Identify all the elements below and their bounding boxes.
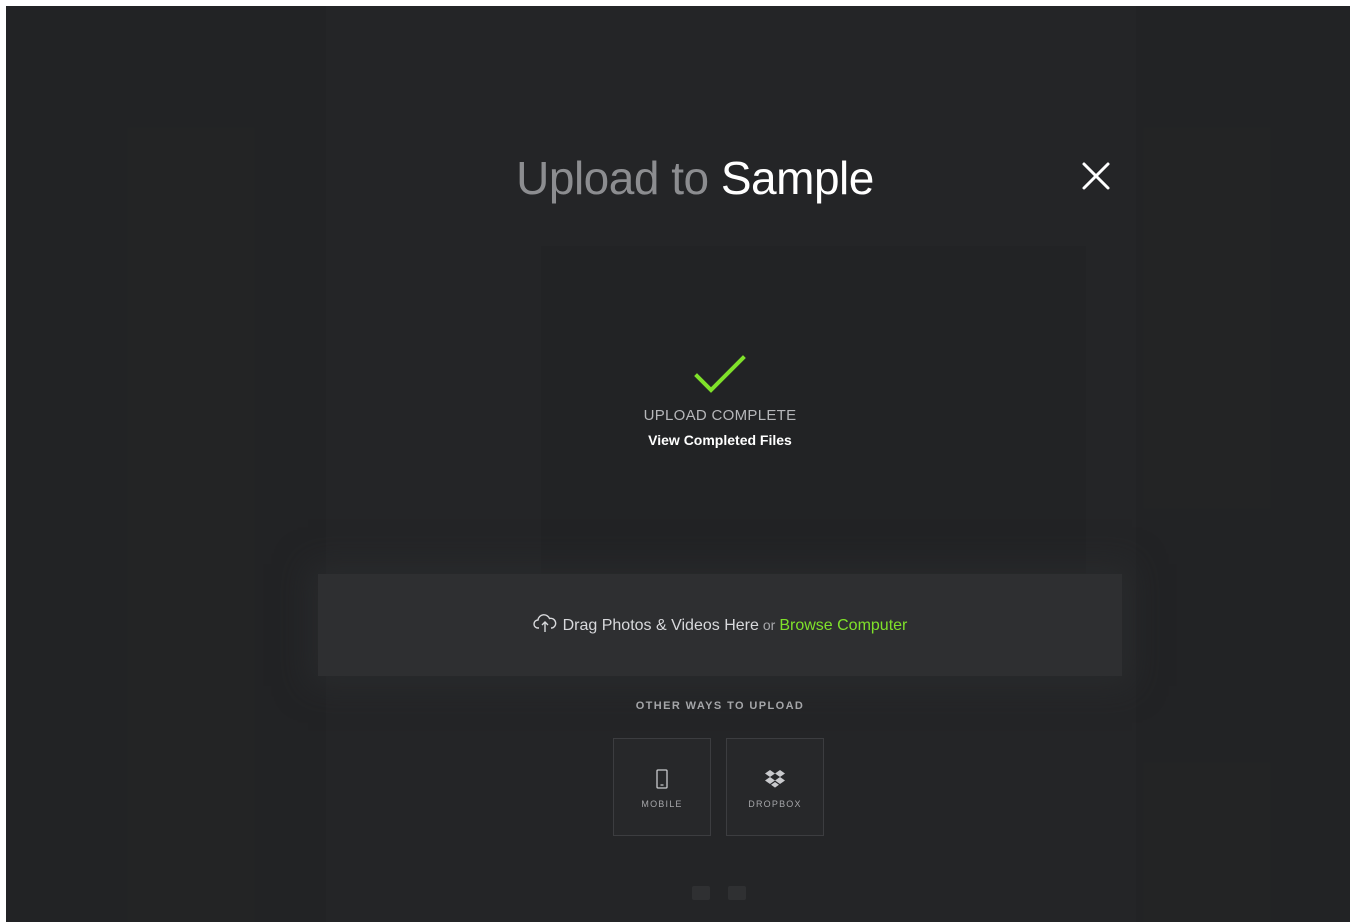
drop-zone[interactable]: Drag Photos & Videos Here or Browse Comput… <box>318 574 1122 676</box>
title-target: Sample <box>720 152 874 204</box>
mobile-upload-button[interactable]: MOBILE <box>613 738 711 836</box>
view-completed-files-link[interactable]: View Completed Files <box>648 432 792 448</box>
dropbox-upload-button[interactable]: DROPBOX <box>726 738 824 836</box>
browse-computer-link[interactable]: Browse Computer <box>779 617 907 634</box>
upload-status: UPLOAD COMPLETE View Completed Files <box>6 354 1350 450</box>
dropbox-label: DROPBOX <box>748 799 802 809</box>
footer-list-icon <box>728 886 747 900</box>
status-label: UPLOAD COMPLETE <box>643 407 797 424</box>
drag-text: Drag Photos & Videos Here <box>562 617 759 634</box>
modal-title: Upload to Sample <box>6 151 1350 205</box>
close-icon <box>1082 162 1110 190</box>
dropbox-icon <box>765 770 785 788</box>
check-icon <box>694 355 746 393</box>
footer-icons <box>692 886 760 908</box>
other-ways-heading: OTHER WAYS TO UPLOAD <box>635 700 805 712</box>
close-button[interactable] <box>1078 158 1114 194</box>
background-left-panel <box>6 6 326 922</box>
title-prefix: Upload to <box>516 152 709 204</box>
cloud-upload-icon <box>532 614 556 632</box>
footer-refresh-icon <box>692 886 710 900</box>
mobile-icon <box>656 769 668 789</box>
background-right-panel <box>1136 6 1350 922</box>
or-text: or <box>762 617 776 633</box>
mobile-label: MOBILE <box>641 799 683 809</box>
upload-modal: Upload to Sample UPLOAD COMPLETE View Co… <box>6 6 1350 922</box>
